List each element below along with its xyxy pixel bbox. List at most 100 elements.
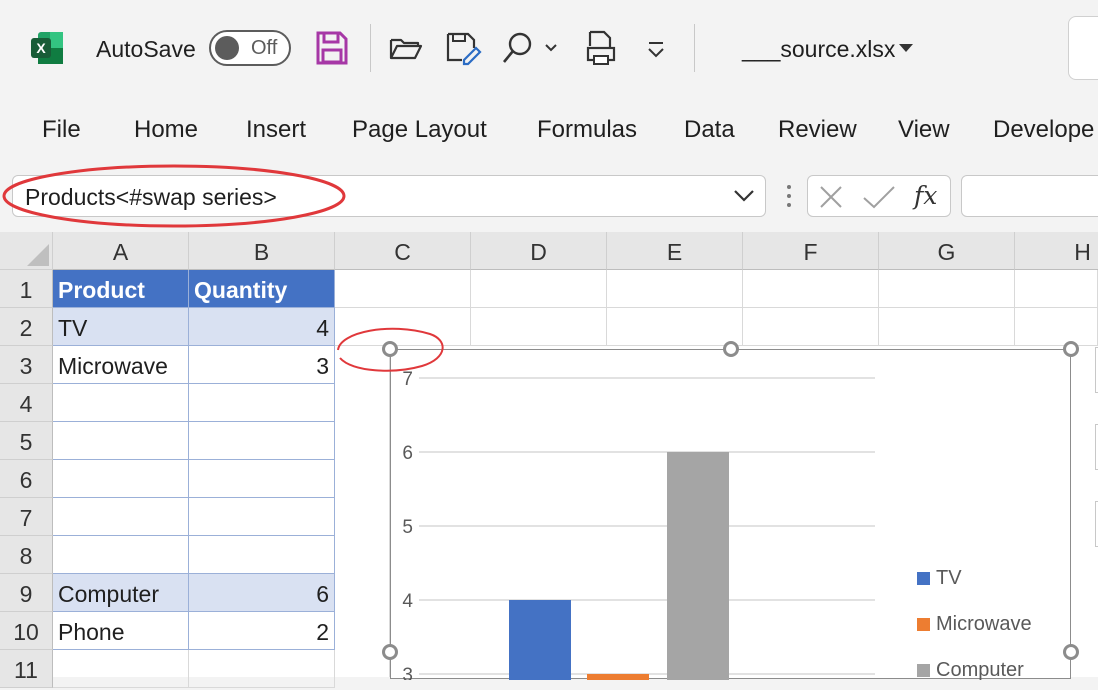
title-bar: X AutoSave Off ___source.xlsx	[0, 0, 1098, 100]
cell-b5[interactable]	[189, 422, 335, 460]
legend-label-microwave: Microwave	[936, 613, 1032, 635]
open-folder-icon[interactable]	[388, 28, 424, 68]
cell-b4[interactable]	[189, 384, 335, 422]
cell-d1[interactable]	[471, 270, 607, 308]
row-header-7[interactable]: 7	[0, 498, 53, 536]
search-icon[interactable]	[500, 28, 562, 68]
cell-a7[interactable]	[53, 498, 189, 536]
chart-resize-handle-left[interactable]	[382, 644, 398, 660]
chart-resize-handle-top-left[interactable]	[382, 341, 398, 357]
cell-c1[interactable]	[335, 270, 471, 308]
cell-a2[interactable]: TV	[53, 308, 189, 346]
cell-a10[interactable]: Phone	[53, 612, 189, 650]
column-header-h[interactable]: H	[1015, 232, 1098, 270]
cell-a6[interactable]	[53, 460, 189, 498]
save-as-icon[interactable]	[444, 28, 484, 68]
row-header-2[interactable]: 2	[0, 308, 53, 346]
cell-e1[interactable]	[607, 270, 743, 308]
cell-c2[interactable]	[335, 308, 471, 346]
column-header-c[interactable]: C	[335, 232, 471, 270]
cell-a8[interactable]	[53, 536, 189, 574]
y-tick-label: 7	[402, 369, 413, 390]
cell-a3[interactable]: Microwave	[53, 346, 189, 384]
cell-b2[interactable]: 4	[189, 308, 335, 346]
autosave-state: Off	[251, 37, 278, 59]
row-header-5[interactable]: 5	[0, 422, 53, 460]
row-header-9[interactable]: 9	[0, 574, 53, 612]
tab-review[interactable]: Review	[778, 116, 857, 144]
customize-toolbar-icon[interactable]	[644, 28, 668, 68]
tab-page-layout[interactable]: Page Layout	[352, 116, 487, 144]
toolbar-separator	[370, 24, 371, 72]
tab-data[interactable]: Data	[684, 116, 735, 144]
toolbar-separator	[694, 24, 695, 72]
cell-b8[interactable]	[189, 536, 335, 574]
chart-resize-handle-right[interactable]	[1063, 644, 1079, 660]
column-header-f[interactable]: F	[743, 232, 879, 270]
tab-view[interactable]: View	[898, 116, 950, 144]
cell-b7[interactable]	[189, 498, 335, 536]
cell-g1[interactable]	[879, 270, 1015, 308]
select-all-corner[interactable]	[0, 232, 53, 270]
column-c-cells[interactable]	[335, 346, 390, 677]
enter-check-icon[interactable]	[862, 184, 896, 210]
cell-a1[interactable]: Product	[53, 270, 189, 308]
row-header-1[interactable]: 1	[0, 270, 53, 308]
search-box[interactable]	[1068, 16, 1098, 80]
row-header-6[interactable]: 6	[0, 460, 53, 498]
column-header-b[interactable]: B	[189, 232, 335, 270]
tab-developer[interactable]: Develope	[993, 116, 1094, 144]
formula-input[interactable]	[961, 175, 1098, 217]
tab-insert[interactable]: Insert	[246, 116, 306, 144]
chevron-down-icon[interactable]	[733, 188, 755, 204]
cell-b3[interactable]: 3	[189, 346, 335, 384]
chart-resize-handle-top-right[interactable]	[1063, 341, 1079, 357]
cell-d2[interactable]	[471, 308, 607, 346]
cell-b6[interactable]	[189, 460, 335, 498]
cell-a4[interactable]	[53, 384, 189, 422]
column-header-d[interactable]: D	[471, 232, 607, 270]
save-icon[interactable]	[314, 28, 350, 68]
y-tick-label: 4	[402, 591, 413, 612]
chart-resize-handle-top-center[interactable]	[723, 341, 739, 357]
cell-g2[interactable]	[879, 308, 1015, 346]
tab-file[interactable]: File	[42, 116, 81, 144]
tab-formulas[interactable]: Formulas	[537, 116, 637, 144]
cell-b9[interactable]: 6	[189, 574, 335, 612]
file-name[interactable]: ___source.xlsx	[742, 36, 895, 63]
chart-area[interactable]: 3 4 5 6 7 TV Microwave Computer	[390, 349, 1071, 690]
toggle-knob	[215, 36, 239, 60]
column-header-e[interactable]: E	[607, 232, 743, 270]
formula-controls: fx	[807, 175, 951, 217]
file-menu-caret-icon[interactable]	[898, 42, 914, 54]
cell-a11[interactable]	[53, 650, 189, 688]
cell-a5[interactable]	[53, 422, 189, 460]
column-header-g[interactable]: G	[879, 232, 1015, 270]
legend-label-tv: TV	[936, 567, 962, 589]
cell-b10[interactable]: 2	[189, 612, 335, 650]
tab-home[interactable]: Home	[134, 116, 198, 144]
autosave-toggle[interactable]: Off	[209, 30, 291, 66]
cell-b1[interactable]: Quantity	[189, 270, 335, 308]
row-header-4[interactable]: 4	[0, 384, 53, 422]
cell-h2[interactable]	[1015, 308, 1098, 346]
cell-a9[interactable]: Computer	[53, 574, 189, 612]
row-header-10[interactable]: 10	[0, 612, 53, 650]
cancel-icon[interactable]	[818, 184, 844, 210]
svg-text:X: X	[36, 40, 46, 56]
cell-f1[interactable]	[743, 270, 879, 308]
row-header-11[interactable]: 11	[0, 650, 53, 688]
name-box[interactable]: Products<#swap series>	[12, 175, 766, 217]
column-header-a[interactable]: A	[53, 232, 189, 270]
row-header-8[interactable]: 8	[0, 536, 53, 574]
excel-logo-icon: X	[31, 32, 63, 64]
y-tick-label: 3	[402, 665, 413, 680]
cell-b11[interactable]	[189, 650, 335, 688]
insert-function-button[interactable]: fx	[914, 181, 937, 210]
cell-e2[interactable]	[607, 308, 743, 346]
formula-bar-resize-icon[interactable]	[785, 183, 793, 209]
print-preview-icon[interactable]	[584, 28, 620, 68]
cell-h1[interactable]	[1015, 270, 1098, 308]
cell-f2[interactable]	[743, 308, 879, 346]
row-header-3[interactable]: 3	[0, 346, 53, 384]
